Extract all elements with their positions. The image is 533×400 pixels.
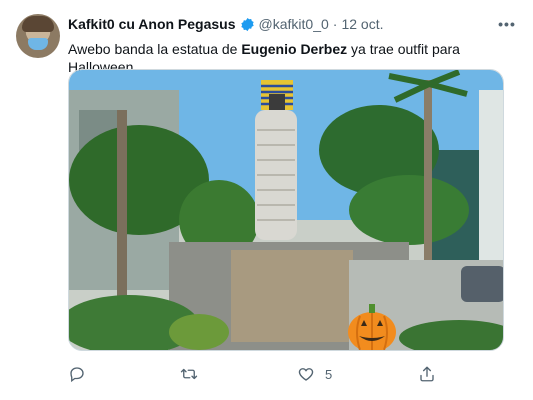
avatar[interactable] [16, 14, 60, 58]
tweet-text-bold: Eugenio Derbez [241, 41, 348, 57]
retweet-icon [180, 368, 198, 380]
pedestal-plaque [231, 250, 353, 342]
tweet-actions: 5 [68, 362, 448, 386]
verified-badge-icon [240, 17, 255, 32]
photo-scene [69, 70, 503, 350]
tweet-photo[interactable] [68, 69, 504, 351]
reply-button[interactable] [68, 362, 96, 386]
tweet-date[interactable]: 12 oct. [341, 16, 383, 32]
like-count: 5 [325, 366, 333, 382]
car [461, 266, 503, 302]
handle[interactable]: @kafkit0_0 [259, 16, 329, 32]
share-icon [420, 366, 434, 382]
statue-face [269, 94, 285, 110]
avatar-mask [28, 38, 48, 50]
more-icon[interactable]: ••• [497, 14, 517, 34]
reply-icon [70, 367, 84, 383]
display-name[interactable]: Kafkit0 cu Anon Pegasus [68, 16, 236, 32]
retweet-button[interactable] [180, 362, 208, 386]
shrub-yellow [169, 314, 229, 350]
tweet-card[interactable]: Kafkit0 cu Anon Pegasus @kafkit0_0 · 12 … [0, 0, 533, 400]
heart-icon [298, 368, 314, 381]
palm-trunk-left [117, 110, 127, 310]
tweet-text-start: Awebo banda la estatua de [68, 41, 242, 57]
like-button[interactable]: 5 [297, 362, 332, 386]
palm-trunk-right [424, 80, 432, 270]
share-button[interactable] [418, 362, 436, 386]
tree-right-low [349, 175, 469, 245]
separator-dot: · [332, 16, 338, 32]
tweet-header: Kafkit0 cu Anon Pegasus @kafkit0_0 · 12 … [68, 14, 517, 34]
tweet-content: Kafkit0 cu Anon Pegasus @kafkit0_0 · 12 … [68, 14, 517, 76]
avatar-hair [22, 16, 54, 32]
